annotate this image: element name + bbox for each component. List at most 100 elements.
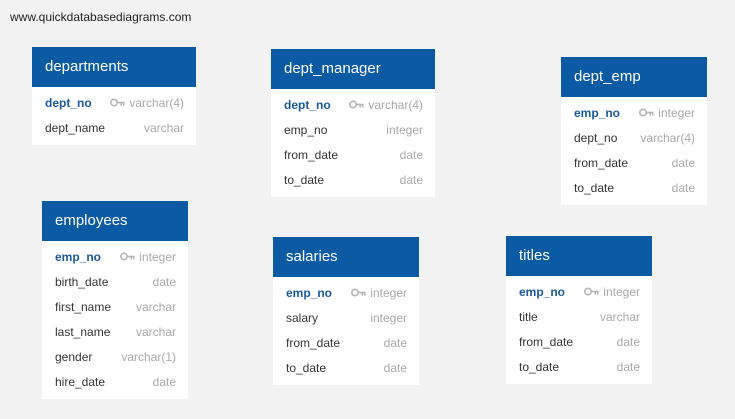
- column-list: emp_no integer title varchar from_date date to…: [506, 276, 652, 384]
- column-name: first_name: [55, 299, 112, 314]
- column-row[interactable]: gender varchar(1): [42, 344, 188, 369]
- column-type-label: date: [383, 335, 407, 350]
- column-type-label: varchar(4): [129, 95, 184, 110]
- column-name: gender: [55, 349, 93, 364]
- table-title[interactable]: dept_manager: [271, 49, 435, 89]
- column-type-label: integer: [139, 249, 176, 264]
- column-name: emp_no: [55, 249, 102, 264]
- table-title[interactable]: departments: [32, 47, 196, 87]
- column-row[interactable]: from_date date: [273, 330, 419, 355]
- column-type: date: [400, 173, 423, 187]
- column-name: dept_no: [284, 97, 331, 112]
- column-type-label: date: [399, 172, 423, 187]
- column-type: date: [384, 361, 407, 375]
- watermark: www.quickdatabasediagrams.com: [10, 10, 192, 24]
- column-type-label: integer: [370, 310, 407, 325]
- primary-key-row[interactable]: emp_no integer: [506, 279, 652, 304]
- column-type: varchar(4): [640, 131, 695, 145]
- column-type-label: varchar: [135, 299, 176, 314]
- table-departments[interactable]: departments dept_no varchar(4) dept_name var…: [32, 47, 196, 145]
- primary-key-row[interactable]: dept_no varchar(4): [32, 90, 196, 115]
- primary-key-row[interactable]: emp_no integer: [273, 280, 419, 305]
- column-row[interactable]: to_date date: [561, 175, 707, 200]
- column-type-label: varchar(4): [368, 97, 423, 112]
- column-type: integer: [351, 286, 407, 300]
- column-row[interactable]: to_date date: [271, 167, 435, 192]
- column-type: varchar(4): [349, 98, 423, 112]
- column-type-label: date: [152, 374, 176, 389]
- column-type: date: [617, 335, 640, 349]
- column-name: title: [519, 309, 538, 324]
- column-type-label: date: [152, 274, 176, 289]
- column-row[interactable]: last_name varchar: [42, 319, 188, 344]
- table-title[interactable]: employees: [42, 201, 188, 241]
- column-row[interactable]: from_date date: [561, 150, 707, 175]
- column-name: dept_no: [45, 95, 92, 110]
- column-type-label: date: [671, 155, 695, 170]
- key-icon: [351, 288, 366, 297]
- column-row[interactable]: salary integer: [273, 305, 419, 330]
- key-icon: [584, 287, 599, 296]
- column-list: emp_no integer dept_no varchar(4) from_date d…: [561, 97, 707, 205]
- column-row[interactable]: first_name varchar: [42, 294, 188, 319]
- primary-key-row[interactable]: dept_no varchar(4): [271, 92, 435, 117]
- column-name: to_date: [284, 172, 325, 187]
- column-row[interactable]: dept_no varchar(4): [561, 125, 707, 150]
- column-type: varchar: [600, 310, 640, 324]
- column-type-label: date: [616, 359, 640, 374]
- table-title[interactable]: salaries: [273, 237, 419, 277]
- column-type: date: [672, 156, 695, 170]
- column-type-label: integer: [386, 122, 423, 137]
- primary-key-row[interactable]: emp_no integer: [42, 244, 188, 269]
- column-type: varchar: [136, 325, 176, 339]
- table-titles[interactable]: titles emp_no integer title varchar from_date…: [506, 236, 652, 384]
- column-type: date: [153, 375, 176, 389]
- column-name: emp_no: [519, 284, 566, 299]
- column-type: date: [384, 336, 407, 350]
- table-title[interactable]: dept_emp: [561, 57, 707, 97]
- column-type: integer: [370, 311, 407, 325]
- column-type: date: [400, 148, 423, 162]
- column-name: emp_no: [574, 105, 621, 120]
- table-title[interactable]: titles: [506, 236, 652, 276]
- column-name: from_date: [519, 334, 574, 349]
- column-type: date: [153, 275, 176, 289]
- column-type-label: integer: [370, 285, 407, 300]
- column-row[interactable]: from_date date: [271, 142, 435, 167]
- column-row[interactable]: birth_date date: [42, 269, 188, 294]
- column-row[interactable]: hire_date date: [42, 369, 188, 394]
- column-type-label: date: [383, 360, 407, 375]
- column-name: emp_no: [286, 285, 333, 300]
- column-name: dept_name: [45, 120, 106, 135]
- column-list: emp_no integer salary integer from_date date t…: [273, 277, 419, 385]
- column-name: to_date: [286, 360, 327, 375]
- column-type: integer: [386, 123, 423, 137]
- column-type: integer: [584, 285, 640, 299]
- column-row[interactable]: to_date date: [273, 355, 419, 380]
- column-name: last_name: [55, 324, 111, 339]
- column-row[interactable]: to_date date: [506, 354, 652, 379]
- primary-key-row[interactable]: emp_no integer: [561, 100, 707, 125]
- column-type-label: integer: [603, 284, 640, 299]
- column-row[interactable]: emp_no integer: [271, 117, 435, 142]
- table-dept-manager[interactable]: dept_manager dept_no varchar(4) emp_no integ…: [271, 49, 435, 197]
- column-row[interactable]: from_date date: [506, 329, 652, 354]
- table-dept-emp[interactable]: dept_emp emp_no integer dept_no varchar(4) fr…: [561, 57, 707, 205]
- column-type: varchar: [136, 300, 176, 314]
- column-type-label: date: [671, 180, 695, 195]
- table-salaries[interactable]: salaries emp_no integer salary integer from_d…: [273, 237, 419, 385]
- column-row[interactable]: title varchar: [506, 304, 652, 329]
- column-name: hire_date: [55, 374, 106, 389]
- column-list: dept_no varchar(4) dept_name varchar: [32, 87, 196, 145]
- column-row[interactable]: dept_name varchar: [32, 115, 196, 140]
- column-type: date: [672, 181, 695, 195]
- column-list: emp_no integer birth_date date first_name var…: [42, 241, 188, 399]
- key-icon: [120, 252, 135, 261]
- column-type-label: varchar(4): [640, 130, 695, 145]
- table-employees[interactable]: employees emp_no integer birth_date date firs…: [42, 201, 188, 399]
- column-type-label: varchar: [143, 120, 184, 135]
- column-type-label: date: [399, 147, 423, 162]
- key-icon: [639, 108, 654, 117]
- column-type-label: varchar: [599, 309, 640, 324]
- column-type-label: integer: [658, 105, 695, 120]
